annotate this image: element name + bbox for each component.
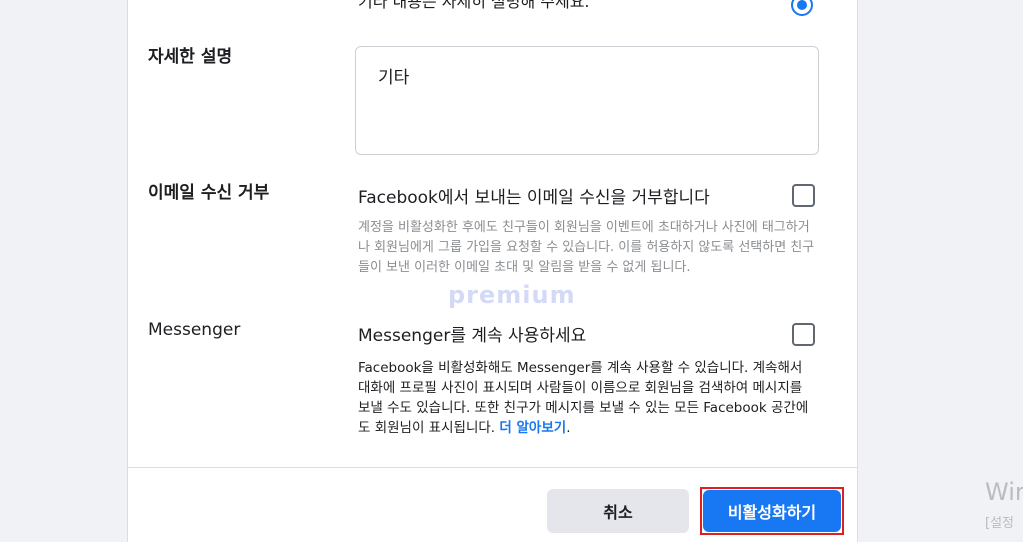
premium-watermark: premium <box>448 281 576 309</box>
messenger-title: Messenger를 계속 사용하세요 <box>358 326 587 346</box>
radio-dot-icon <box>797 0 807 10</box>
cancel-button[interactable]: 취소 <box>547 489 689 533</box>
detail-textarea[interactable]: 기타 <box>355 46 819 155</box>
deactivate-dialog: 기타 내용은 자세히 설명해 주세요. 자세한 설명 기타 이메일 수신 거부 … <box>127 0 858 542</box>
messenger-label: Messenger <box>148 320 241 340</box>
messenger-description-text: Facebook을 비활성화해도 Messenger를 계속 사용할 수 있습니… <box>358 360 809 436</box>
deactivate-button[interactable]: 비활성화하기 <box>703 490 841 532</box>
email-optout-title: Facebook에서 보내는 이메일 수신을 거부합니다 <box>358 188 710 208</box>
learn-more-link[interactable]: 더 알아보기 <box>499 420 566 436</box>
footer-divider <box>128 467 857 468</box>
email-optout-checkbox[interactable] <box>792 184 815 207</box>
windows-activation-subtitle: [설정 <box>985 516 1014 531</box>
partial-reason-text: 기타 내용은 자세히 설명해 주세요. <box>358 0 590 11</box>
email-optout-description: 계정을 비활성화한 후에도 친구들이 회원님을 이벤트에 초대하거나 사진에 태… <box>358 220 815 275</box>
email-optout-label: 이메일 수신 거부 <box>148 183 270 203</box>
detail-label: 자세한 설명 <box>148 47 233 67</box>
messenger-checkbox[interactable] <box>792 323 815 346</box>
messenger-description: Facebook을 비활성화해도 Messenger를 계속 사용할 수 있습니… <box>358 358 818 438</box>
description-period: . <box>566 420 571 436</box>
windows-activation-title: Wir <box>985 478 1023 506</box>
reason-radio-selected[interactable] <box>791 0 813 16</box>
